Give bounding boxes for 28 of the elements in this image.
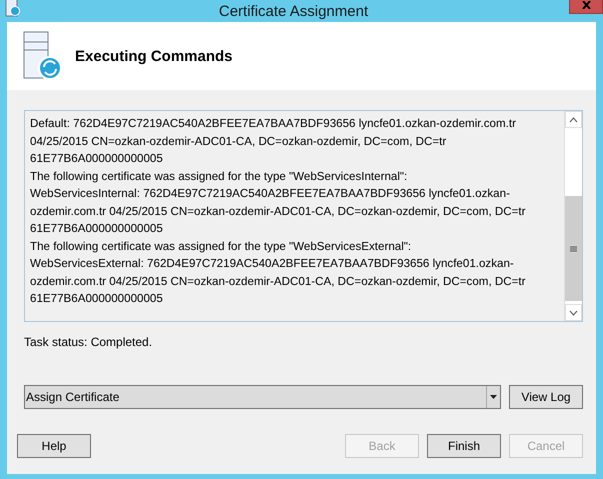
- log-line: The following certificate was assigned for the type "WebServicesExternal":: [30, 238, 412, 254]
- log-line: 04/25/2015 CN=ozkan-ozdemir-ADC01-CA, DC=ozkan-ozdemir, DC=com, DC=tr: [30, 134, 448, 150]
- scroll-down-button[interactable]: [565, 304, 582, 321]
- grip-icon: [570, 246, 577, 252]
- log-line: Default: 762D4E97C7219AC540A2BFEE7EA7BAA7BDF93656 lyncfe01.ozkan-ozdemir.com.tr: [30, 116, 517, 132]
- log-line: 61E77B6A000000000005: [30, 151, 164, 167]
- view-log-button[interactable]: View Log: [509, 385, 583, 409]
- window-title: Certificate Assignment: [218, 2, 370, 20]
- page-heading: Executing Commands: [75, 48, 233, 64]
- scroll-up-button[interactable]: [565, 111, 582, 128]
- close-icon: [582, 1, 590, 9]
- chevron-down-icon: [569, 310, 578, 316]
- task-status: Task status: Completed.: [24, 335, 154, 349]
- help-button[interactable]: Help: [17, 434, 91, 458]
- log-line: ozdemir.com.tr 04/25/2015 CN=ozkan-ozdemir-ADC01-CA, DC=ozkan-ozdemir, DC=com, DC=tr: [30, 274, 526, 290]
- log-line: ozdemir.com.tr 04/25/2015 CN=ozkan-ozdemir-ADC01-CA, DC=ozkan-ozdemir, DC=com, DC=tr: [30, 204, 526, 220]
- log-line: WebServicesInternal: 762D4E97C7219AC540A2BFEE7EA7BAA7BDF93656 lyncfe01.ozkan-: [30, 186, 511, 202]
- chevron-up-icon: [569, 116, 578, 122]
- log-line: 61E77B6A000000000005: [30, 221, 164, 237]
- log-line: The following certificate was assigned for the type "WebServicesInternal":: [30, 168, 408, 184]
- scrollbar-thumb[interactable]: [565, 196, 582, 301]
- close-button[interactable]: [569, 0, 603, 14]
- finish-button[interactable]: Finish: [427, 434, 501, 458]
- log-line: 61E77B6A000000000005: [30, 291, 164, 307]
- app-icon: [5, 0, 21, 17]
- log-line: WebServicesExternal: 762D4E97C7219AC540A2BFEE7EA7BAA7BDF93656 lyncfe01.ozkan-: [30, 256, 515, 272]
- action-dropdown[interactable]: Assign Certificate: [24, 385, 501, 409]
- dropdown-arrow-icon: [490, 395, 497, 399]
